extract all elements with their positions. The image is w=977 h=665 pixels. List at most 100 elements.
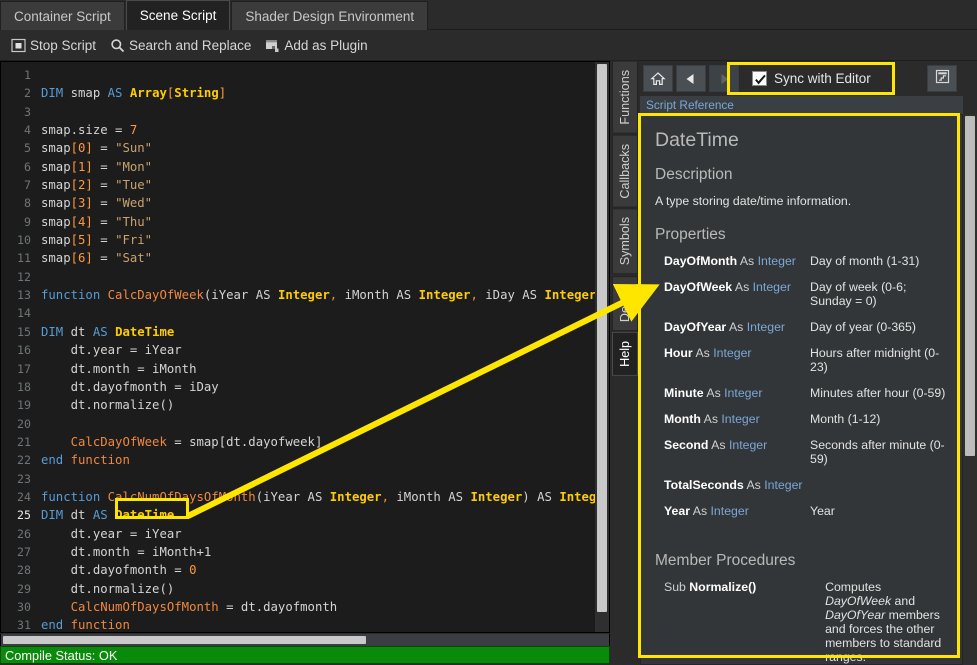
code-token: [3] — [71, 196, 93, 210]
panel-tab-symbols[interactable]: Symbols — [612, 208, 638, 274]
code-line[interactable]: 15DIM dt AS DateTime — [1, 323, 609, 341]
code-line[interactable]: 31end function — [1, 616, 609, 632]
line-text[interactable]: DIM dt AS DateTime — [41, 506, 609, 524]
panel-tab-callbacks[interactable]: Callbacks — [612, 135, 638, 208]
code-line[interactable]: 9smap[4] = "Thu" — [1, 213, 609, 231]
code-line[interactable]: 18 dt.dayofmonth = iDay — [1, 378, 609, 396]
line-text[interactable]: DIM smap AS Array[String] — [41, 84, 609, 102]
back-button[interactable] — [676, 65, 706, 92]
property-type[interactable]: Integer — [764, 478, 802, 492]
line-text[interactable]: smap[1] = "Mon" — [41, 158, 609, 176]
code-lines[interactable]: 12DIM smap AS Array[String]34smap.size =… — [1, 62, 609, 632]
line-text[interactable]: smap.size = 7 — [41, 121, 609, 139]
editor-horizontal-scrollbar[interactable] — [0, 634, 610, 646]
undock-panel-button[interactable] — [927, 65, 957, 92]
line-text[interactable]: CalcDayOfWeek = smap[dt.dayofweek] — [41, 433, 609, 451]
document-tab[interactable]: Shader Design Environment — [231, 1, 428, 30]
code-editor[interactable]: 12DIM smap AS Array[String]34smap.size =… — [0, 61, 610, 633]
code-line[interactable]: 3 — [1, 103, 609, 121]
code-line[interactable]: 8smap[3] = "Wed" — [1, 194, 609, 212]
home-button[interactable] — [643, 65, 673, 92]
code-line[interactable]: 26 dt.year = iYear — [1, 525, 609, 543]
code-line[interactable]: 23 — [1, 470, 609, 488]
panel-tab-functions[interactable]: Functions — [612, 61, 638, 134]
code-token: 0 — [189, 563, 196, 577]
panel-tab-debug[interactable]: Debug — [612, 276, 638, 331]
document-tab[interactable]: Container Script — [0, 1, 125, 30]
code-line[interactable]: 30 CalcNumOfDaysOfMonth = dt.dayofmonth — [1, 598, 609, 616]
code-line[interactable]: 6smap[1] = "Mon" — [1, 158, 609, 176]
code-scroll-area[interactable]: 12DIM smap AS Array[String]34smap.size =… — [1, 62, 609, 632]
line-text[interactable]: smap[3] = "Wed" — [41, 194, 609, 212]
line-text[interactable]: function CalcDayOfWeek(iYear AS Integer,… — [41, 286, 609, 304]
property-type[interactable]: Integer — [724, 386, 762, 400]
line-text[interactable]: dt.month = iMonth+1 — [41, 543, 609, 561]
line-text[interactable]: dt.year = iYear — [41, 525, 609, 543]
line-text[interactable]: smap[2] = "Tue" — [41, 176, 609, 194]
line-text[interactable]: smap[6] = "Sat" — [41, 249, 609, 267]
code-line[interactable]: 12 — [1, 268, 609, 286]
code-token — [122, 86, 129, 100]
undock-window-icon — [934, 68, 951, 90]
line-text[interactable]: CalcNumOfDaysOfMonth = dt.dayofmonth — [41, 598, 609, 616]
help-vertical-scrollbar[interactable] — [963, 114, 977, 665]
code-line[interactable]: 7smap[2] = "Tue" — [1, 176, 609, 194]
code-line[interactable]: 24function CalcNumOfDaysOfMonth(iYear AS… — [1, 488, 609, 506]
line-text[interactable]: smap[0] = "Sun" — [41, 139, 609, 157]
property-type[interactable]: Integer — [758, 254, 796, 268]
code-line[interactable]: 11smap[6] = "Sat" — [1, 249, 609, 267]
line-text[interactable]: dt.normalize() — [41, 580, 609, 598]
code-line[interactable]: 21 CalcDayOfWeek = smap[dt.dayofweek] — [1, 433, 609, 451]
line-text[interactable]: dt.dayofmonth = 0 — [41, 561, 609, 579]
stop-script-button[interactable]: Stop Script — [4, 33, 103, 57]
line-text[interactable]: DIM dt AS DateTime — [41, 323, 609, 341]
line-text[interactable]: function CalcNumOfDaysOfMonth(iYear AS I… — [41, 488, 609, 506]
line-text[interactable]: dt.year = iYear — [41, 341, 609, 359]
member-description-emphasis: DayOfYear — [825, 608, 885, 622]
code-line[interactable]: 28 dt.dayofmonth = 0 — [1, 561, 609, 579]
property-type[interactable]: Integer — [713, 346, 751, 360]
line-text[interactable]: dt.normalize() — [41, 396, 609, 414]
help-vertical-scroll-thumb[interactable] — [965, 116, 975, 456]
code-line[interactable]: 17 dt.month = iMonth — [1, 360, 609, 378]
document-tab[interactable]: Scene Script — [126, 0, 231, 30]
code-line[interactable]: 19 dt.normalize() — [1, 396, 609, 414]
editor-vertical-scrollbar[interactable] — [595, 62, 609, 632]
code-line[interactable]: 2DIM smap AS Array[String] — [1, 84, 609, 102]
line-text[interactable]: dt.month = iMonth — [41, 360, 609, 378]
code-line[interactable]: 5smap[0] = "Sun" — [1, 139, 609, 157]
search-and-replace-button[interactable]: Search and Replace — [103, 33, 258, 57]
code-line[interactable]: 10smap[5] = "Fri" — [1, 231, 609, 249]
code-line[interactable]: 14 — [1, 304, 609, 322]
add-as-plugin-button[interactable]: Add as Plugin — [258, 33, 374, 57]
line-text[interactable]: end function — [41, 451, 609, 469]
help-content[interactable]: DateTime Description A type storing date… — [640, 114, 963, 665]
property-type[interactable]: Integer — [729, 438, 767, 452]
property-type[interactable]: Integer — [753, 280, 791, 294]
line-text[interactable]: smap[4] = "Thu" — [41, 213, 609, 231]
property-type[interactable]: Integer — [721, 412, 759, 426]
code-line[interactable]: 13function CalcDayOfWeek(iYear AS Intege… — [1, 286, 609, 304]
code-line[interactable]: 4smap.size = 7 — [1, 121, 609, 139]
panel-tab-help[interactable]: Help — [612, 332, 638, 376]
code-line[interactable]: 29 dt.normalize() — [1, 580, 609, 598]
line-text[interactable]: dt.dayofmonth = iDay — [41, 378, 609, 396]
code-line[interactable]: 27 dt.month = iMonth+1 — [1, 543, 609, 561]
breadcrumb-link[interactable]: Script Reference — [646, 98, 734, 112]
code-token: function — [41, 288, 100, 302]
sync-checkbox[interactable] — [752, 71, 767, 86]
property-row: Month As IntegerMonth (1-12) — [655, 412, 948, 438]
line-text[interactable]: end function — [41, 616, 609, 632]
editor-vertical-scroll-thumb[interactable] — [597, 64, 607, 612]
code-line[interactable]: 22end function — [1, 451, 609, 469]
code-line[interactable]: 25DIM dt AS DateTime — [1, 506, 609, 524]
line-text[interactable]: smap[5] = "Fri" — [41, 231, 609, 249]
code-token: = — [93, 196, 115, 210]
property-type[interactable]: Integer — [711, 504, 749, 518]
property-type[interactable]: Integer — [747, 320, 785, 334]
sync-with-editor-toggle[interactable]: Sync with Editor — [748, 65, 875, 92]
code-line[interactable]: 1 — [1, 66, 609, 84]
editor-horizontal-scroll-thumb[interactable] — [3, 636, 366, 644]
code-line[interactable]: 20 — [1, 415, 609, 433]
code-line[interactable]: 16 dt.year = iYear — [1, 341, 609, 359]
